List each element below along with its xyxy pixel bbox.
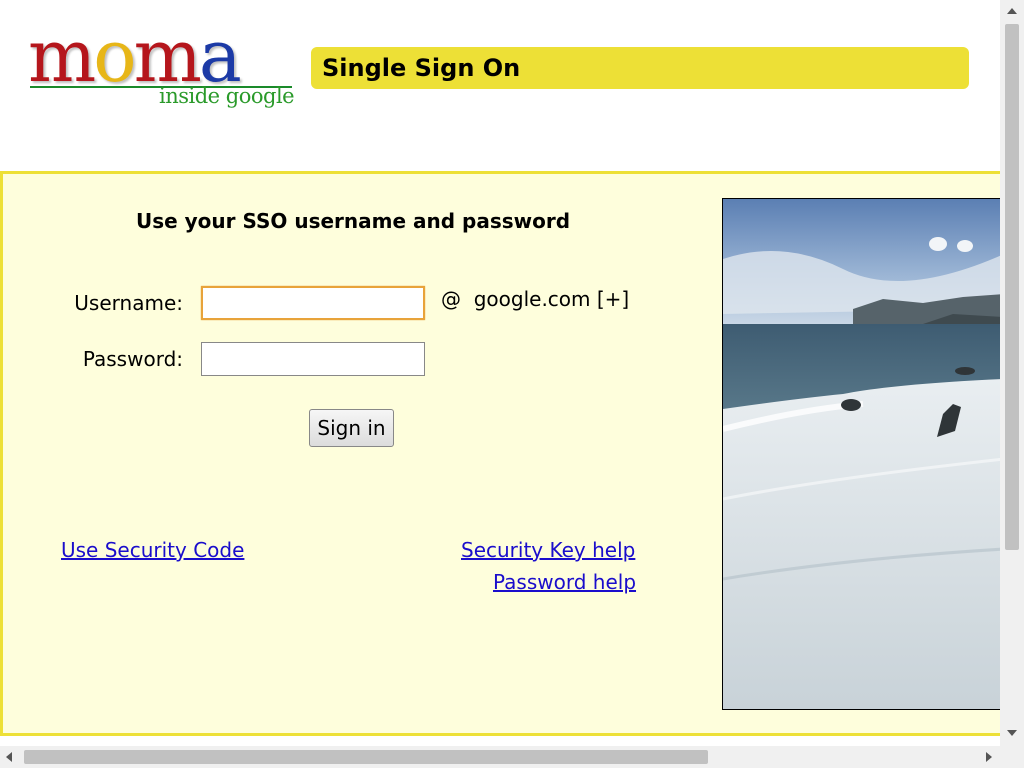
coastline-photo: [722, 198, 1003, 710]
vertical-scrollbar[interactable]: [1000, 0, 1024, 746]
logo-subtitle: inside google: [159, 84, 295, 108]
password-label: Password:: [82, 347, 183, 371]
domain-suffix[interactable]: @ google.com [+]: [441, 287, 629, 311]
password-input[interactable]: [201, 342, 425, 376]
page-title-bar: Single Sign On: [311, 47, 969, 89]
scroll-left-icon[interactable]: [6, 752, 12, 762]
password-help-link[interactable]: Password help: [493, 570, 636, 594]
username-input[interactable]: [201, 286, 425, 320]
scrollbar-corner: [1000, 746, 1024, 768]
horizontal-scrollbar[interactable]: [0, 746, 1000, 768]
use-security-code-link[interactable]: Use Security Code: [61, 538, 244, 562]
moma-logo: moma inside google: [28, 16, 298, 122]
scroll-down-icon[interactable]: [1007, 730, 1017, 736]
vertical-scroll-thumb[interactable]: [1005, 24, 1019, 550]
scroll-right-icon[interactable]: [986, 752, 992, 762]
horizontal-scroll-thumb[interactable]: [24, 750, 708, 764]
page-title: Single Sign On: [322, 54, 521, 82]
security-key-help-link[interactable]: Security Key help: [461, 538, 635, 562]
form-heading: Use your SSO username and password: [135, 209, 571, 233]
scroll-up-icon[interactable]: [1007, 8, 1017, 14]
login-panel: Use your SSO username and password Usern…: [0, 171, 1003, 736]
sign-in-button[interactable]: Sign in: [309, 409, 394, 447]
username-label: Username:: [74, 291, 183, 315]
